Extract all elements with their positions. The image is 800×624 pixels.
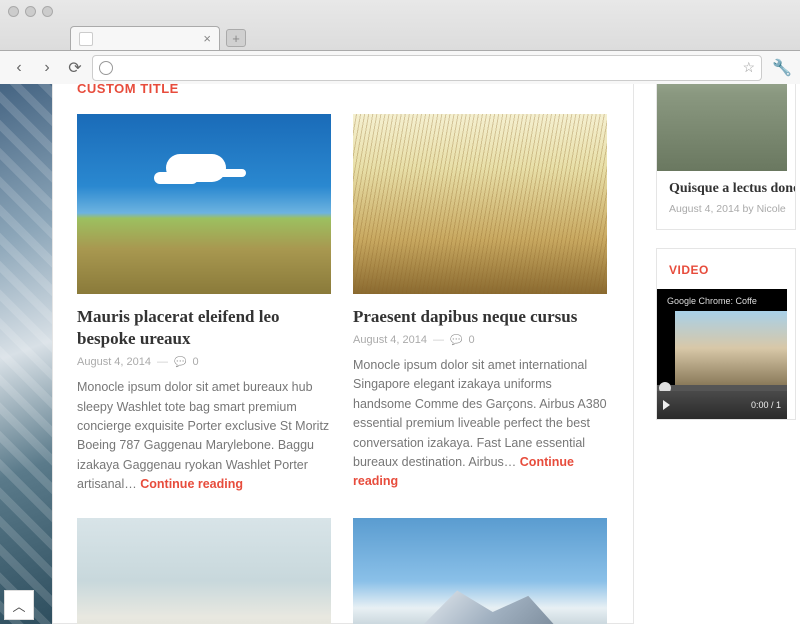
continue-reading-link[interactable]: Continue reading [140,477,243,491]
post-excerpt: Monocle ipsum dolor sit amet bureaux hub… [77,378,331,494]
video-widget: VIDEO Google Chrome: Coffe 0:00 / 1 [656,248,796,420]
comment-count[interactable]: 0 [192,356,198,368]
featured-meta: August 4, 2014 by Nicole [669,203,783,215]
video-controls: 0:00 / 1 [657,391,787,419]
browser-tab[interactable]: × [70,26,220,50]
wrench-menu-icon[interactable]: 🔧 [772,58,792,78]
post-image[interactable] [77,518,331,624]
video-time: 0:00 / 1 [751,400,781,410]
browser-chrome: × + ‹ › ⟳ ☆ 🔧 [0,0,800,85]
post-date: August 4, 2014 [77,356,151,368]
video-widget-title: VIDEO [669,263,783,277]
favicon-icon [79,32,93,46]
comment-count[interactable]: 0 [468,334,474,346]
traffic-zoom[interactable] [42,6,53,17]
post-image[interactable] [353,114,607,294]
separator: — [433,334,444,346]
video-caption: Google Chrome: Coffe [661,293,763,309]
separator: — [157,356,168,368]
post-image[interactable] [353,518,607,624]
content-wrap: CUSTOM TITLE Mauris placerat eleifend le… [52,84,800,624]
comment-icon: 💬 [174,357,186,368]
url-input[interactable] [119,61,737,75]
post-card [77,518,331,624]
background-image [0,84,52,624]
traffic-close[interactable] [8,6,19,17]
browser-toolbar: ‹ › ⟳ ☆ 🔧 [0,50,800,84]
post-excerpt: Monocle ipsum dolor sit amet internation… [353,356,607,492]
post-title[interactable]: Mauris placerat eleifend leo bespoke ure… [77,306,331,350]
globe-icon [99,61,113,75]
post-card: Praesent dapibus neque cursus August 4, 2… [353,114,607,494]
sidebar: Quisque a lectus done August 4, 2014 by … [656,84,796,624]
main-column: CUSTOM TITLE Mauris placerat eleifend le… [52,84,634,624]
forward-button[interactable]: › [36,57,58,79]
reload-button[interactable]: ⟳ [64,57,86,79]
post-image[interactable] [77,114,331,294]
bookmark-star-icon[interactable]: ☆ [743,59,756,76]
post-meta: August 4, 2014 — 💬 0 [77,356,331,368]
play-icon[interactable] [663,400,670,410]
post-card: Mauris placerat eleifend leo bespoke ure… [77,114,331,494]
tab-strip: × + [0,22,800,50]
video-thumbnail [675,311,787,385]
back-button[interactable]: ‹ [8,57,30,79]
section-title: CUSTOM TITLE [77,84,609,96]
featured-widget: Quisque a lectus done August 4, 2014 by … [656,84,796,230]
video-player[interactable]: Google Chrome: Coffe 0:00 / 1 [657,289,787,419]
post-title[interactable]: Praesent dapibus neque cursus [353,306,607,328]
post-date: August 4, 2014 [353,334,427,346]
post-grid: Mauris placerat eleifend leo bespoke ure… [77,114,609,624]
window-titlebar [0,0,800,22]
post-card [353,518,607,624]
page-viewport: CUSTOM TITLE Mauris placerat eleifend le… [0,84,800,624]
featured-image[interactable] [657,84,787,171]
featured-title[interactable]: Quisque a lectus done [669,181,783,197]
excerpt-text: Monocle ipsum dolor sit amet internation… [353,358,607,469]
comment-icon: 💬 [450,335,462,346]
new-tab-button[interactable]: + [226,29,246,47]
excerpt-text: Monocle ipsum dolor sit amet bureaux hub… [77,380,329,491]
traffic-minimize[interactable] [25,6,36,17]
address-bar[interactable]: ☆ [92,55,762,81]
post-meta: August 4, 2014 — 💬 0 [353,334,607,346]
close-tab-button[interactable]: × [203,31,211,46]
scroll-to-top-button[interactable]: ︿ [4,590,34,620]
